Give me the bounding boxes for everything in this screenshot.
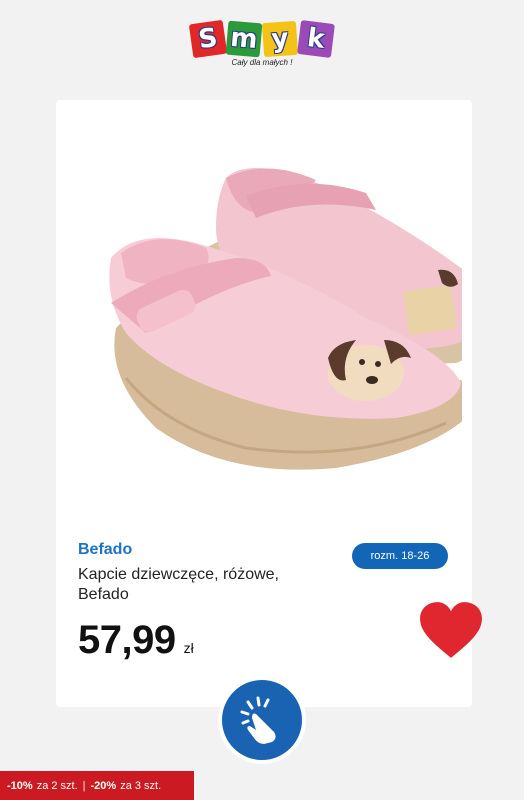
logo-letter-k: k [297,20,335,58]
price-currency: zł [183,640,194,656]
product-name[interactable]: Kapcie dziewczęce, różowe, Befado [78,565,308,605]
price-value: 57,99 [78,618,176,662]
logo-letter-s: S [188,19,228,59]
logo-letters: S m y k [188,19,335,59]
heart-icon[interactable] [418,600,484,662]
size-badge: rozm. 18-26 [352,543,448,569]
promo-discount-1: -10% [7,779,33,792]
logo-letter-y: y [261,20,299,58]
promo-condition-1: za 2 szt. [36,779,78,792]
product-image[interactable] [66,118,462,538]
product-brand[interactable]: Befado [78,541,132,559]
promo-separator: | [82,779,86,792]
promo-condition-2: za 3 szt. [120,779,162,792]
promo-bar[interactable]: -10% za 2 szt. | -20% za 3 szt. [0,771,194,800]
tap-button[interactable] [218,676,306,764]
brand-logo[interactable]: S m y k Cały dla małych ! [0,19,524,67]
logo-tagline: Cały dla małych ! [231,58,293,67]
product-card[interactable]: Befado Kapcie dziewczęce, różowe, Befado… [56,100,472,707]
logo-letter-m: m [225,20,263,58]
price: 57,99 zł [78,618,194,663]
hand-tap-icon [240,696,276,744]
promo-discount-2: -20% [90,779,117,792]
